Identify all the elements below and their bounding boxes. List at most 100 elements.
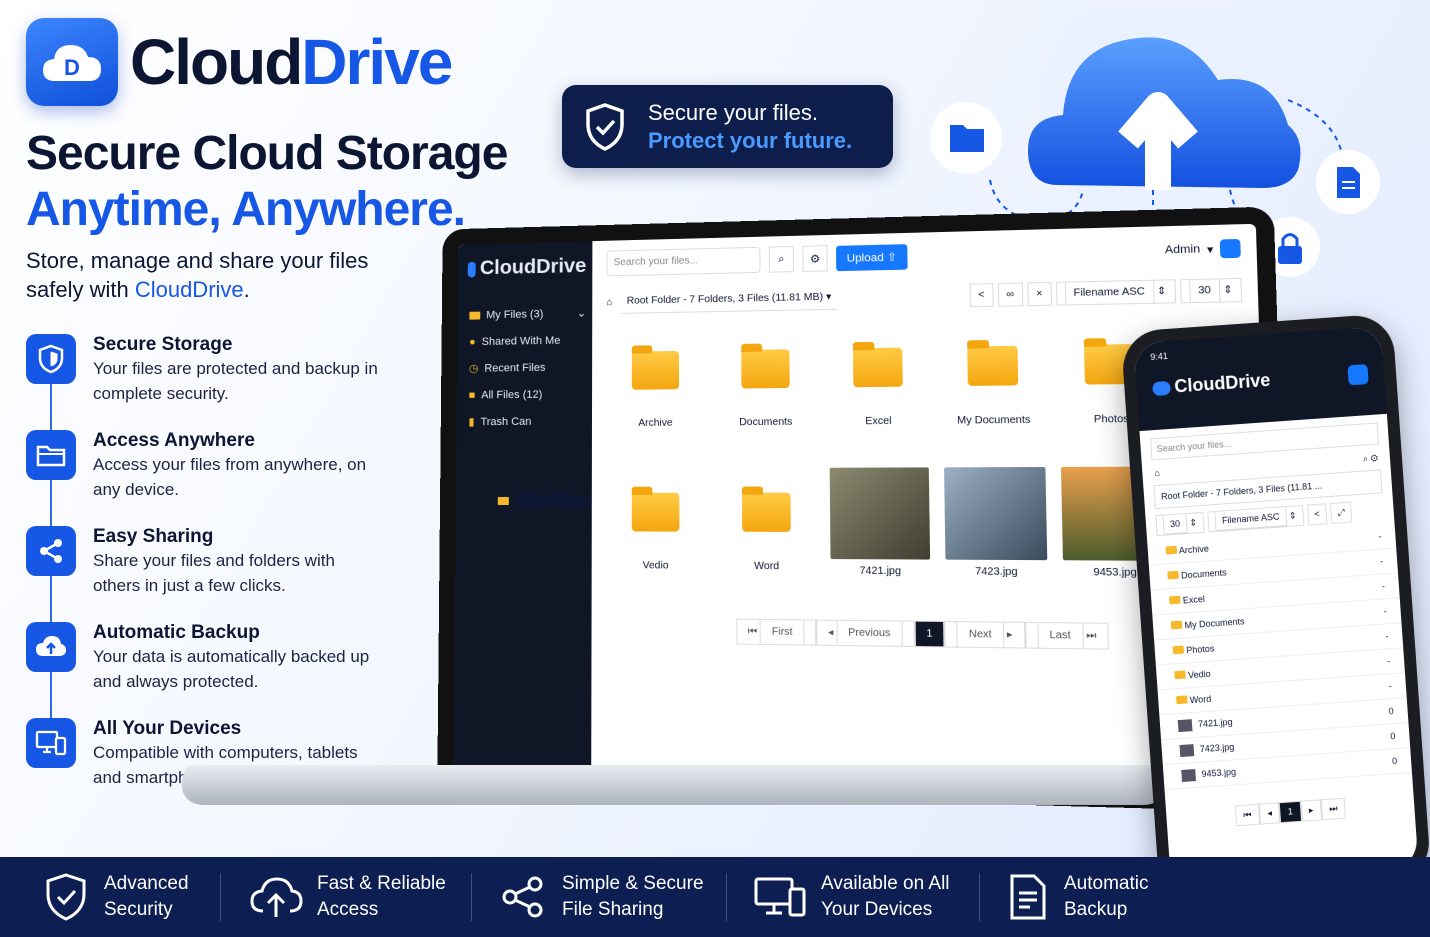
breadcrumb[interactable]: Root Folder - 7 Folders, 3 Files (11.81 … <box>620 285 838 314</box>
footer-item: Available on All Your Devices <box>727 857 979 937</box>
share-icon[interactable]: < <box>1306 503 1328 526</box>
devices-icon <box>754 877 806 917</box>
search-icon[interactable]: ⌕ <box>768 245 795 273</box>
svg-text:D: D <box>64 55 80 80</box>
folder-icon <box>1167 570 1179 580</box>
folder-item[interactable]: Archive <box>606 326 705 458</box>
folder-item[interactable]: Documents <box>715 324 817 458</box>
folder-icon <box>469 311 481 320</box>
avatar <box>1347 363 1369 385</box>
cloud-upload-icon <box>26 622 76 672</box>
feature-title: Automatic Backup <box>93 622 260 643</box>
gear-icon[interactable]: ⚙ <box>1370 453 1378 463</box>
feature-title: Secure Storage <box>93 334 233 355</box>
image-item[interactable]: 7423.jpg <box>942 466 1051 605</box>
share-icon[interactable]: < <box>969 282 994 307</box>
upload-button[interactable]: Upload ⇧ <box>835 243 908 271</box>
shield-icon <box>26 334 76 384</box>
previous-page-button[interactable]: ◂ <box>1258 802 1281 825</box>
cloud-upload-icon <box>250 877 303 917</box>
footer-item: Advanced Security <box>0 857 220 937</box>
first-page-button[interactable]: ⏮ <box>1234 803 1261 827</box>
footer-item: Simple & Secure File Sharing <box>472 857 726 937</box>
brand-logo: D CloudDrive <box>26 18 453 106</box>
search-input[interactable]: Search your files... <box>606 246 761 277</box>
devices-icon <box>26 718 76 768</box>
folder-icon <box>631 350 680 390</box>
footer-item: Fast & Reliable Access <box>221 857 471 937</box>
search-icon[interactable]: ⌕ <box>1363 453 1369 463</box>
status-time: 9:41 <box>1149 350 1169 363</box>
folder-icon <box>631 492 680 532</box>
expand-icon[interactable]: ⤢ <box>1329 501 1353 524</box>
sidebar-item-shared[interactable]: ● Shared With Me <box>463 326 586 355</box>
feature-item: Automatic Backup Your data is automatical… <box>26 622 386 718</box>
folder-item[interactable]: Vedio <box>606 468 706 602</box>
sidebar-item-recent[interactable]: ◷ Recent Files <box>463 353 586 381</box>
image-item[interactable]: 7421.jpg <box>828 467 933 603</box>
users-icon: ● <box>469 335 476 348</box>
current-page[interactable]: 1 <box>914 620 945 648</box>
feature-title: Easy Sharing <box>93 526 214 547</box>
phone-pagination: ⏮ ◂ 1 ▸ ⏭ <box>1166 793 1415 831</box>
cloud-logo-icon: D <box>26 18 118 106</box>
footer-bar: Advanced Security Fast & Reliable Access S… <box>0 857 1430 937</box>
top-bar: Search your files... ⌕ ⚙ Upload ⇧ Admin ▾ <box>606 235 1241 277</box>
phone-screen: 9:41 CloudDrive Search your files... ⌂ ⌕ … <box>1133 326 1419 886</box>
folder-icon <box>1172 645 1185 655</box>
folder-icon <box>497 496 509 505</box>
slogan-badge: Secure your files. Protect your future. <box>562 85 893 168</box>
folder-item[interactable]: My Documents <box>940 320 1048 457</box>
feature-title: Access Anywhere <box>93 430 255 451</box>
page-size-select[interactable]: 30 ⇕ <box>1179 277 1243 303</box>
photo-thumbnail <box>944 466 1048 561</box>
sort-select[interactable]: Filename ASC ⇕ <box>1207 504 1305 533</box>
next-page-button[interactable]: ▸ <box>1300 799 1323 822</box>
sidebar-item-trash[interactable]: ▮ Trash Can <box>462 407 585 435</box>
sort-select[interactable]: Filename ASC ⇕ <box>1055 278 1176 306</box>
sidebar: CloudDrive My Files (3) ⌄ Archive (1) Doc… <box>453 241 679 776</box>
last-page-button[interactable]: ⏭ <box>1320 797 1347 821</box>
folder-item[interactable]: Word <box>716 468 818 603</box>
sidebar-item-my-files[interactable]: My Files (3) ⌄ <box>463 300 586 329</box>
folder-icon <box>1176 695 1188 705</box>
feature-item: Easy Sharing Share your files and folders… <box>26 526 386 622</box>
laptop-base <box>173 765 1187 805</box>
photo-thumbnail <box>1179 744 1195 758</box>
document-icon <box>1337 167 1360 198</box>
laptop-mockup: CloudDrive My Files (3) ⌄ Archive (1) Doc… <box>173 206 1293 813</box>
shield-check-icon <box>586 102 624 151</box>
gear-icon[interactable]: ⚙ <box>802 245 828 272</box>
clock-icon: ◷ <box>468 362 479 375</box>
home-icon[interactable]: ⌂ <box>1154 468 1160 479</box>
badge-line-1: Secure your files. <box>648 99 818 125</box>
upload-icon: ⇧ <box>886 250 897 264</box>
page-size-select[interactable]: 30 ⇕ <box>1155 511 1205 537</box>
folder-icon <box>26 430 76 480</box>
folder-icon <box>741 349 790 389</box>
admin-menu[interactable]: Admin ▾ <box>1165 238 1241 260</box>
folder-item[interactable]: Excel <box>826 322 931 457</box>
feature-item: Secure Storage Your files are protected a… <box>26 334 386 430</box>
link-icon[interactable]: ∞ <box>997 281 1024 307</box>
feature-desc: Your files are protected and backup in c… <box>93 359 378 403</box>
home-icon[interactable]: ⌂ <box>606 297 612 308</box>
feature-list: Secure Storage Your files are protected a… <box>26 334 386 814</box>
feature-title: All Your Devices <box>93 718 242 739</box>
app-brand: CloudDrive <box>467 255 586 280</box>
headline: Secure Cloud Storage Anytime, Anywhere. <box>26 127 508 236</box>
close-icon[interactable]: × <box>1027 281 1052 306</box>
first-page-button[interactable]: ⏮ First <box>735 618 817 646</box>
last-page-button[interactable]: Last ⏭ <box>1024 621 1110 650</box>
chevron-down-icon: ⌄ <box>576 307 587 320</box>
feature-item: Access Anywhere Access your files from an… <box>26 430 386 526</box>
folder-icon <box>741 492 791 532</box>
shield-check-icon <box>46 873 86 921</box>
chevron-down-icon: ▾ <box>1206 243 1214 256</box>
folder-icon <box>1165 545 1178 555</box>
next-page-button[interactable]: Next ▸ <box>944 620 1026 649</box>
photo-thumbnail <box>1181 769 1197 782</box>
previous-page-button[interactable]: ◂ Previous <box>815 619 915 648</box>
sidebar-item-all-files[interactable]: ■ All Files (12) <box>463 380 586 408</box>
current-page[interactable]: 1 <box>1279 800 1302 824</box>
